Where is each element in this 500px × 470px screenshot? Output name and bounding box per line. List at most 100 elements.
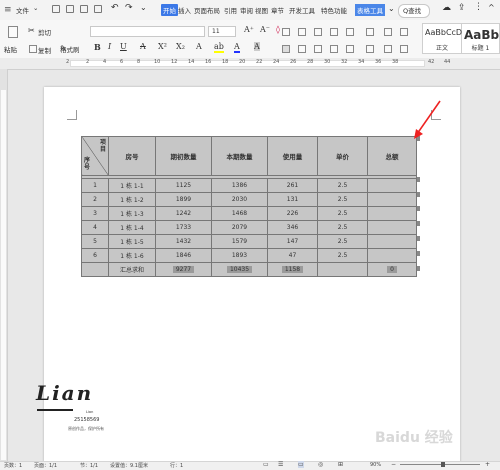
paste-label[interactable]: 粘贴 (4, 44, 17, 54)
table-cell[interactable] (367, 220, 417, 235)
shading-icon[interactable] (384, 45, 392, 53)
header-unit-price[interactable]: 单价 (317, 136, 368, 176)
table-cell[interactable] (367, 234, 417, 249)
data-table[interactable]: 项 目 序 号 房号 期初数量 本期数量 使用量 单价 总额 11 栋 1-1 1… (81, 136, 417, 277)
undo-icon[interactable]: ↶ (111, 3, 119, 13)
table-cell[interactable]: 1733 (155, 220, 212, 235)
status-row[interactable]: 行：1 (170, 462, 183, 469)
clear-format-icon[interactable]: ◊ (276, 25, 280, 34)
file-menu[interactable]: 文件 (16, 5, 29, 15)
decrease-indent-icon[interactable] (314, 28, 322, 36)
table-cell[interactable]: 1125 (155, 178, 212, 193)
table-cell[interactable]: 3 (81, 206, 109, 221)
table-cell[interactable]: 1242 (155, 206, 212, 221)
table-cell[interactable]: 1579 (211, 234, 268, 249)
tab-insert[interactable]: 插入 (178, 5, 191, 15)
increase-indent-icon[interactable] (330, 28, 338, 36)
font-color-icon[interactable]: A (234, 42, 240, 53)
table-cell[interactable]: 1893 (211, 248, 268, 263)
app-menu-icon[interactable]: ≡ (4, 5, 12, 15)
show-marks-icon[interactable] (384, 28, 392, 36)
format-painter-label[interactable]: 格式刷 (60, 44, 80, 54)
table-cell[interactable]: 1468 (211, 206, 268, 221)
strikethrough-icon[interactable]: A (140, 42, 146, 51)
justify-icon[interactable] (330, 45, 338, 53)
subscript-icon[interactable]: X₂ (176, 42, 185, 51)
table-cell[interactable]: 2030 (211, 192, 268, 207)
zoom-out-icon[interactable]: − (391, 461, 396, 468)
bullets-icon[interactable] (282, 28, 290, 36)
summary-cell[interactable]: 汇总求和 (108, 262, 156, 277)
table-cell[interactable]: 2079 (211, 220, 268, 235)
table-row-handle[interactable] (417, 192, 420, 197)
summary-cell[interactable] (317, 262, 368, 277)
table-cell[interactable]: 2.5 (317, 220, 368, 235)
copy-icon[interactable] (29, 45, 37, 53)
status-words[interactable]: 页数：1 (4, 462, 22, 469)
table-cell[interactable]: 47 (267, 248, 318, 263)
table-row-handle[interactable] (417, 251, 420, 256)
table-cell[interactable]: 261 (267, 178, 318, 193)
paste-icon[interactable] (8, 26, 18, 38)
table-row-handle[interactable] (417, 206, 420, 211)
table-cell[interactable]: 1 栋 1-6 (108, 248, 156, 263)
status-setting[interactable]: 设置值：9.1厘米 (110, 462, 148, 469)
align-right-icon[interactable] (314, 45, 322, 53)
table-cell[interactable]: 2.5 (317, 178, 368, 193)
sort-icon[interactable] (366, 28, 374, 36)
table-cell[interactable]: 1386 (211, 178, 268, 193)
table-cell[interactable] (367, 192, 417, 207)
table-cell[interactable]: 1899 (155, 192, 212, 207)
borders-icon[interactable] (400, 45, 408, 53)
tab-review[interactable]: 审阅 (240, 5, 253, 15)
style-heading1[interactable]: AaBb 标题 1 (462, 23, 500, 54)
save-icon[interactable] (52, 5, 60, 13)
chinese-layout-icon[interactable] (346, 28, 354, 36)
table-cell[interactable] (367, 248, 417, 263)
copy-label[interactable]: 复制 (38, 45, 51, 55)
redo-icon[interactable]: ↷ (125, 3, 133, 13)
shrink-font-icon[interactable]: A⁻ (260, 25, 270, 34)
table-cell[interactable]: 1 栋 1-4 (108, 220, 156, 235)
font-size-select[interactable]: 11 (208, 26, 236, 37)
diagonal-header-cell[interactable]: 项 目 序 号 (81, 136, 109, 176)
summary-cell[interactable]: 10435 (211, 262, 268, 277)
status-section[interactable]: 节：1/1 (80, 462, 98, 469)
page-view-icon[interactable]: ▭ (298, 461, 304, 468)
summary-cell[interactable]: 9277 (155, 262, 212, 277)
read-mode-icon[interactable]: ⊞ (338, 461, 343, 468)
dropdown-icon[interactable]: ⌄ (33, 4, 38, 12)
table-cell[interactable]: 1 (81, 178, 109, 193)
header-room[interactable]: 房号 (108, 136, 156, 176)
print-preview-icon[interactable] (94, 5, 102, 13)
table-cell[interactable]: 4 (81, 220, 109, 235)
superscript-icon[interactable]: X² (158, 42, 167, 51)
table-cell[interactable]: 1 栋 1-5 (108, 234, 156, 249)
highlight-icon[interactable]: ab (214, 42, 224, 53)
cut-icon[interactable]: ✂ (28, 26, 35, 35)
underline-icon[interactable]: U (120, 42, 127, 51)
header-total[interactable]: 总额 (367, 136, 417, 176)
table-cell[interactable]: 147 (267, 234, 318, 249)
table-cell[interactable]: 1 栋 1-1 (108, 178, 156, 193)
tab-chapter[interactable]: 章节 (271, 5, 284, 15)
header-opening[interactable]: 期初数量 (155, 136, 212, 176)
export-pdf-icon[interactable] (66, 5, 74, 13)
status-page[interactable]: 页面：1/1 (34, 462, 57, 469)
table-row-handle[interactable] (417, 177, 420, 182)
tab-view[interactable]: 视图 (255, 5, 268, 15)
table-cell[interactable]: 2.5 (317, 192, 368, 207)
char-shading-icon[interactable]: A (254, 42, 260, 51)
line-spacing-icon[interactable] (400, 28, 408, 36)
table-cell[interactable]: 346 (267, 220, 318, 235)
summary-cell[interactable]: 1158 (267, 262, 318, 277)
summary-cell[interactable] (81, 262, 109, 277)
tab-page-layout[interactable]: 页面布局 (194, 5, 220, 15)
tab-developer[interactable]: 开发工具 (289, 5, 315, 15)
style-normal[interactable]: AaBbCcD 正文 (422, 23, 462, 54)
header-usage[interactable]: 使用量 (267, 136, 318, 176)
more-icon[interactable]: ⌄ (388, 4, 395, 13)
table-cell[interactable]: 2 (81, 192, 109, 207)
line-spacing-icon-2[interactable] (366, 45, 374, 53)
grow-font-icon[interactable]: A⁺ (244, 25, 254, 34)
